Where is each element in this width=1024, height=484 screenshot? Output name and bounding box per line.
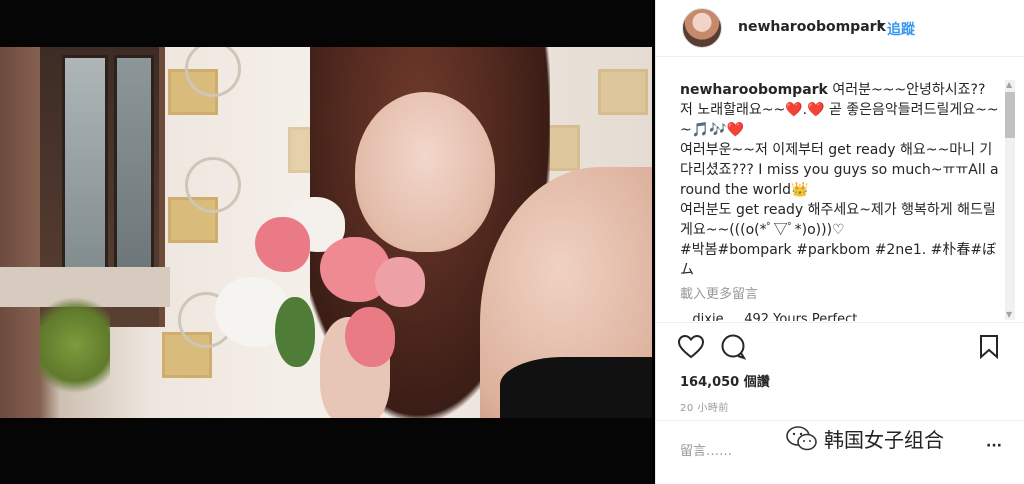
avatar[interactable] [682,8,722,48]
post-side-panel: newharoobompark • 追蹤 newharoobompark 여러분… [655,0,1024,484]
caption-text: 여러분~~~안녕하시죠?? 저 노래할래요~~❤️.❤️ 곧 좋은음악들려드릴게… [680,82,999,278]
follow-button[interactable]: 追蹤 [887,19,915,39]
scroll-down-icon[interactable]: ▼ [1006,310,1012,319]
scroll-up-icon[interactable]: ▲ [1006,80,1012,89]
flower-bouquet [215,197,445,387]
scroll-thumb[interactable] [1005,92,1015,138]
caption: newharoobompark 여러분~~~안녕하시죠?? 저 노래할래요~~❤… [680,80,1000,280]
caption-username[interactable]: newharoobompark [680,82,828,98]
watermark-text: 韩国女子组合 [824,428,944,452]
likes-count[interactable]: 164,050 個讚 [680,371,770,390]
heart-icon[interactable] [676,332,706,362]
post-photo[interactable] [0,47,652,418]
media-pane [0,0,652,484]
wall-ring [185,47,241,97]
wechat-icon [786,425,817,450]
post-header: newharoobompark • 追蹤 [656,0,1024,57]
plant-decor [40,297,110,417]
action-bar [676,332,1006,362]
comment-icon[interactable] [718,332,748,362]
watermark: 韩国女子组合 [786,424,944,453]
comment-input[interactable]: 留言…… [680,440,732,459]
username-link[interactable]: newharoobompark [738,19,886,35]
more-options-button[interactable]: ··· [986,438,1002,454]
divider [656,322,1024,323]
divider [656,420,1024,421]
comments-scrollbar[interactable]: ▲ ▼ [1003,80,1017,320]
post-time: 20 小時前 [680,403,729,414]
partial-comment: ...dixie ... 492 Yours Perfect... [680,312,870,321]
comments-list: newharoobompark 여러분~~~안녕하시죠?? 저 노래할래요~~❤… [680,80,1000,321]
bookmark-icon[interactable] [974,332,1004,362]
separator-dot: • [877,18,886,34]
load-more-comments[interactable]: 載入更多留言 [680,285,1000,305]
